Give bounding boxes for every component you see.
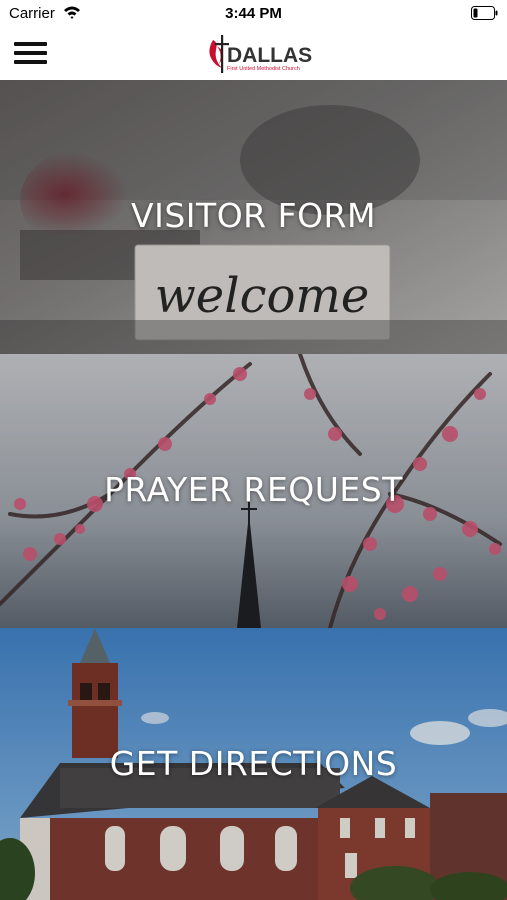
get-directions-tile[interactable]: GET DIRECTIONS [0, 628, 507, 900]
hamburger-menu-icon[interactable] [14, 38, 48, 68]
prayer-request-label: PRAYER REQUEST [104, 470, 403, 509]
clock-time: 3:44 PM [225, 5, 282, 22]
visitor-form-label: VISITOR FORM [131, 196, 376, 235]
get-directions-label: GET DIRECTIONS [109, 744, 398, 783]
logo-wordmark: DALLAS [227, 44, 313, 67]
prayer-request-tile[interactable]: PRAYER REQUEST [0, 354, 507, 628]
logo-subtitle: First United Methodist Church [227, 66, 300, 72]
church-logo: DALLAS First United Methodist Church [205, 32, 312, 76]
status-bar: Carrier 3:44 PM [0, 0, 507, 28]
visitor-form-tile[interactable]: welcome VISITOR FORM [0, 80, 507, 354]
app-header: DALLAS First United Methodist Church [0, 28, 507, 81]
battery-icon [471, 6, 498, 20]
